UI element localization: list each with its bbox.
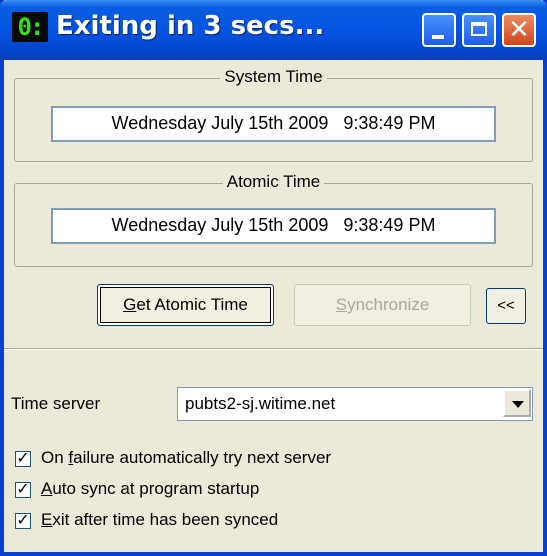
- clock-app-icon: 0:: [12, 12, 48, 42]
- chevron-down-icon[interactable]: [503, 389, 531, 417]
- checkmark-icon: ✓: [16, 448, 30, 467]
- get-atomic-time-button[interactable]: Get Atomic Time: [97, 284, 274, 326]
- maximize-button[interactable]: [462, 13, 496, 47]
- atomic-time-field: Wednesday July 15th 2009 9:38:49 PM: [51, 208, 496, 244]
- system-time-time: 9:38:49 PM: [343, 113, 436, 133]
- system-time-date: Wednesday July 15th 2009: [111, 113, 329, 133]
- maximize-icon: [471, 22, 487, 36]
- atomic-time-date: Wednesday July 15th 2009: [111, 215, 329, 235]
- synchronize-button[interactable]: Synchronize: [294, 284, 471, 326]
- atomic-time-group: Atomic Time Wednesday July 15th 2009 9:3…: [14, 172, 533, 267]
- checkmark-icon: ✓: [16, 510, 30, 529]
- system-time-group: System Time Wednesday July 15th 2009 9:3…: [14, 67, 533, 162]
- checkmark-icon: ✓: [16, 479, 30, 498]
- option-checkbox-0[interactable]: ✓: [15, 448, 31, 467]
- window-title: Exiting in 3 secs...: [56, 11, 325, 41]
- minimize-icon: [432, 35, 444, 39]
- collapse-button[interactable]: <<: [486, 288, 526, 324]
- system-time-field: Wednesday July 15th 2009 9:38:49 PM: [51, 106, 496, 142]
- app-window: 0: Exiting in 3 secs... ✕ System Time We…: [0, 0, 547, 556]
- time-server-value: pubts2-sj.witime.net: [185, 394, 336, 413]
- option-label-0[interactable]: On failure automatically try next server: [41, 448, 331, 468]
- option-checkbox-2[interactable]: ✓: [15, 510, 31, 529]
- synchronize-mnemonic: S: [335, 295, 348, 314]
- synchronize-label: ynchronize: [347, 295, 430, 314]
- atomic-time-label: Atomic Time: [222, 172, 325, 191]
- system-time-label: System Time: [220, 67, 327, 86]
- option-label-2[interactable]: Exit after time has been synced: [41, 510, 278, 530]
- close-icon: ✕: [508, 15, 530, 45]
- option-checkbox-1[interactable]: ✓: [15, 479, 31, 498]
- get-atomic-time-label: et Atomic Time: [136, 295, 248, 314]
- title-bar[interactable]: 0: Exiting in 3 secs... ✕: [0, 0, 547, 60]
- time-server-label: Time server: [11, 394, 101, 413]
- option-label-1[interactable]: Auto sync at program startup: [41, 479, 259, 499]
- time-server-select[interactable]: pubts2-sj.witime.net: [177, 387, 533, 421]
- close-button[interactable]: ✕: [502, 13, 536, 47]
- minimize-button[interactable]: [422, 13, 456, 47]
- divider: [4, 348, 543, 350]
- get-atomic-time-mnemonic: G: [123, 295, 137, 314]
- atomic-time-time: 9:38:49 PM: [343, 215, 436, 235]
